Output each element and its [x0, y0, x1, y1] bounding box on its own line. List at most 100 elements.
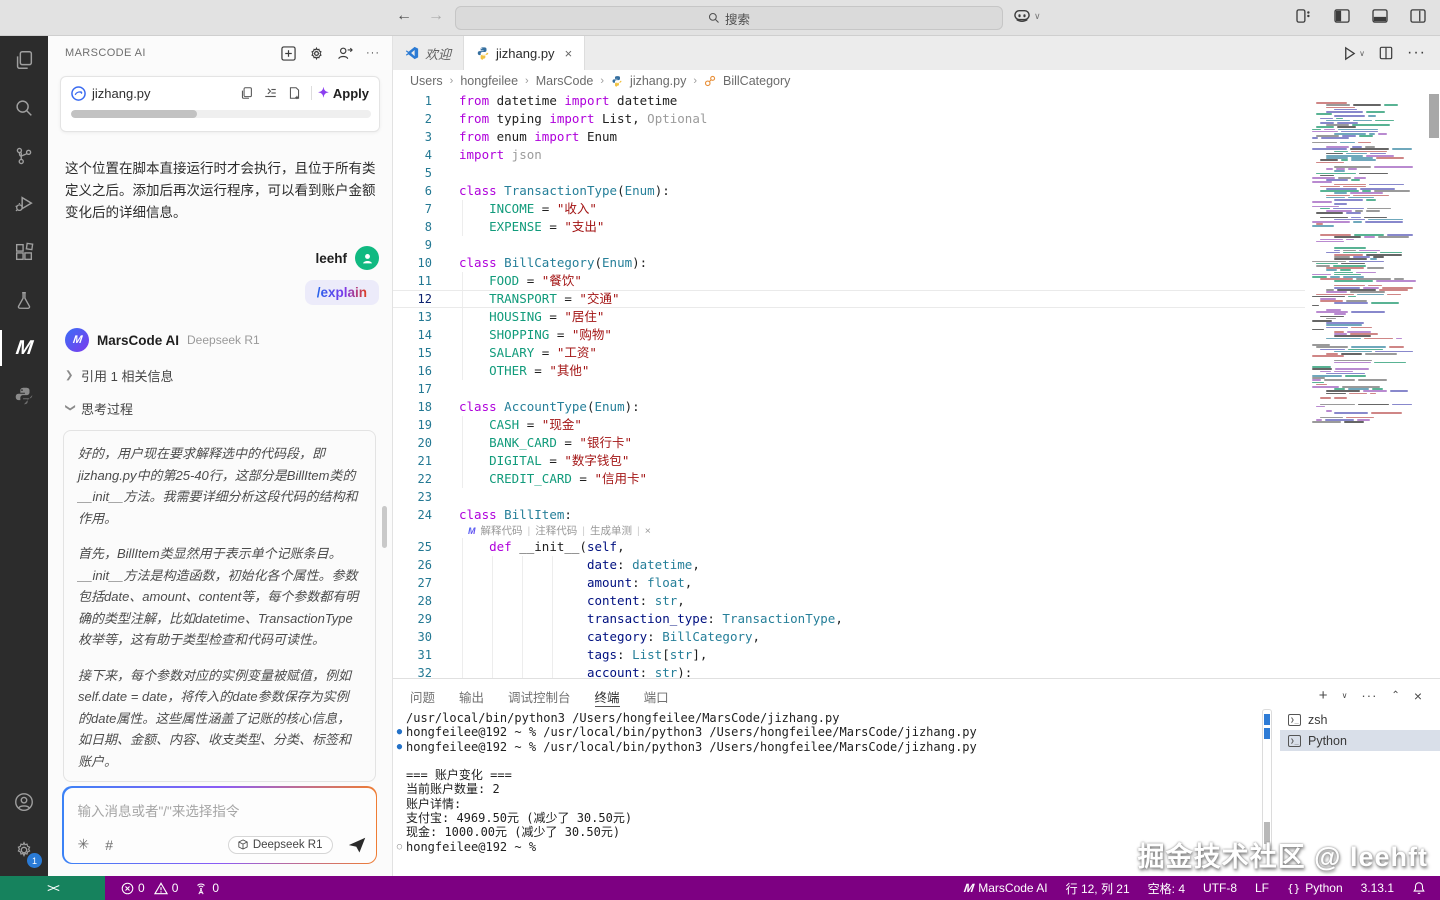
reference-toggle[interactable]: ❯ 引用 1 相关信息 [65, 366, 393, 385]
tab-welcome[interactable]: 欢迎 [393, 36, 464, 70]
terminal-output[interactable]: /usr/local/bin/python3 /Users/hongfeilee… [393, 711, 1253, 854]
run-dropdown-icon[interactable]: ∨ [1359, 49, 1365, 58]
code-line[interactable]: 30 category: BillCategory, [393, 628, 1305, 646]
run-debug-icon[interactable] [0, 180, 48, 228]
panel-tab-problems[interactable]: 问题 [410, 687, 435, 707]
code-line[interactable]: 7 INCOME = "收入" [393, 200, 1305, 218]
copy-icon[interactable] [240, 86, 253, 100]
code-line[interactable]: 16 OTHER = "其他" [393, 362, 1305, 380]
forward-arrow-icon[interactable]: → [428, 7, 444, 25]
ports-status[interactable]: 0 [194, 881, 219, 895]
context-hash-icon[interactable]: # [105, 837, 113, 853]
encoding[interactable]: UTF-8 [1203, 881, 1237, 895]
code-line[interactable]: 10class BillCategory(Enum): [393, 254, 1305, 272]
code-line[interactable]: 6class TransactionType(Enum): [393, 182, 1305, 200]
thinking-toggle[interactable]: ❯ 思考过程 [65, 399, 393, 418]
problems-status[interactable]: 0 0 [121, 881, 178, 895]
marscode-ai-status[interactable]: MMarsCode AI [964, 881, 1047, 895]
code-line[interactable]: 27 amount: float, [393, 574, 1305, 592]
send-icon[interactable] [349, 837, 366, 853]
commands-icon[interactable]: ✳ [78, 836, 90, 853]
code-line[interactable]: 20 BANK_CARD = "银行卡" [393, 434, 1305, 452]
code-line[interactable]: 1from datetime import datetime [393, 92, 1305, 110]
code-line[interactable]: 13 HOUSING = "居住" [393, 308, 1305, 326]
code-line[interactable]: 21 DIGITAL = "数字钱包" [393, 452, 1305, 470]
code-line[interactable]: 3from enum import Enum [393, 128, 1305, 146]
chat-messages[interactable]: 这个位置在脚本直接运行时才会执行，且位于所有类定义之后。添加后再次运行程序，可以… [48, 142, 393, 787]
codelens-item[interactable]: × [645, 525, 651, 538]
editor-more-icon[interactable]: ··· [1407, 44, 1426, 62]
explorer-icon[interactable] [0, 36, 48, 84]
code-line[interactable]: 4import json [393, 146, 1305, 164]
split-editor-icon[interactable] [1379, 46, 1393, 60]
cursor-position[interactable]: 行 12, 列 21 [1066, 880, 1130, 897]
copilot-menu[interactable]: ∨ [1013, 8, 1041, 24]
minimap[interactable] [1312, 92, 1424, 652]
editor-scrollbar[interactable] [1429, 94, 1439, 138]
codelens-item[interactable]: 注释代码 [535, 525, 577, 538]
run-file-icon[interactable] [1342, 46, 1357, 61]
apply-button[interactable]: ✦Apply [318, 85, 369, 101]
share-user-icon[interactable] [337, 46, 353, 61]
source-control-icon[interactable] [0, 132, 48, 180]
chat-settings-gear-icon[interactable] [309, 46, 324, 61]
tab-jizhang-py[interactable]: jizhang.py × [464, 36, 585, 70]
code-line[interactable]: 14 SHOPPING = "购物" [393, 326, 1305, 344]
code-line[interactable]: 17 [393, 380, 1305, 398]
codelens-item[interactable]: 解释代码 [481, 525, 523, 538]
global-search-input[interactable]: 搜索 [455, 6, 1003, 30]
code-line[interactable]: 32 account: str): [393, 664, 1305, 678]
notifications-bell-icon[interactable] [1412, 881, 1426, 895]
remote-indicator[interactable]: >< [0, 876, 105, 900]
panel-tab-output[interactable]: 输出 [459, 687, 484, 707]
python-version[interactable]: 3.13.1 [1361, 881, 1394, 895]
python-extension-icon[interactable] [0, 372, 48, 420]
terminal-dropdown-icon[interactable]: ∨ [1342, 691, 1348, 700]
settings-gear-icon[interactable]: 1 [0, 826, 48, 874]
new-file-icon[interactable] [288, 86, 301, 100]
terminal-scrollbar[interactable] [1262, 709, 1272, 851]
testing-icon[interactable] [0, 276, 48, 324]
panel-more-icon[interactable]: ··· [1361, 688, 1377, 703]
back-arrow-icon[interactable]: ← [396, 7, 412, 25]
code-line[interactable]: 31 tags: List[str], [393, 646, 1305, 664]
code-line[interactable]: 29 transaction_type: TransactionType, [393, 610, 1305, 628]
insert-code-icon[interactable] [263, 86, 278, 100]
indentation[interactable]: 空格: 4 [1148, 880, 1185, 897]
more-actions-icon[interactable]: ··· [366, 47, 380, 59]
language-mode[interactable]: {}Python [1287, 881, 1343, 895]
marscode-ai-icon[interactable]: M [0, 324, 48, 372]
toggle-secondary-sidebar-icon[interactable] [1410, 9, 1426, 23]
codelens-actions[interactable]: M解释代码|注释代码|生成单测|× [393, 524, 1440, 538]
code-line[interactable]: 28 content: str, [393, 592, 1305, 610]
model-selector[interactable]: Deepseek R1 [228, 836, 333, 854]
panel-tab-debug-console[interactable]: 调试控制台 [508, 687, 571, 707]
code-line[interactable]: 8 EXPENSE = "支出" [393, 218, 1305, 236]
extensions-icon[interactable] [0, 228, 48, 276]
new-chat-icon[interactable] [281, 46, 296, 61]
toggle-sidebar-icon[interactable] [1334, 9, 1350, 23]
code-line[interactable]: 26 date: datetime, [393, 556, 1305, 574]
code-line[interactable]: 12 TRANSPORT = "交通" [393, 290, 1305, 308]
code-line[interactable]: 5 [393, 164, 1305, 182]
code-line[interactable]: 23 [393, 488, 1305, 506]
code-line[interactable]: 24class BillItem: [393, 506, 1305, 524]
code-line[interactable]: 11 FOOD = "餐饮" [393, 272, 1305, 290]
eol-sequence[interactable]: LF [1255, 881, 1269, 895]
terminal-item-python[interactable]: ❯_Python [1280, 730, 1440, 751]
terminal-item-zsh[interactable]: ❯_zsh [1280, 709, 1440, 730]
close-panel-icon[interactable]: × [1414, 688, 1422, 704]
breadcrumb[interactable]: Users› hongfeilee› MarsCode› jizhang.py›… [393, 70, 1440, 92]
code-line[interactable]: 19 CASH = "现金" [393, 416, 1305, 434]
code-editor[interactable]: 1from datetime import datetime2from typi… [393, 92, 1440, 678]
new-terminal-icon[interactable]: + [1319, 687, 1328, 704]
codelens-item[interactable]: 生成单测 [590, 525, 632, 538]
search-sidebar-icon[interactable] [0, 84, 48, 132]
close-tab-icon[interactable]: × [565, 46, 573, 61]
code-line[interactable]: 9 [393, 236, 1305, 254]
code-line[interactable]: 22 CREDIT_CARD = "信用卡" [393, 470, 1305, 488]
panel-tab-terminal[interactable]: 终端 [595, 687, 620, 707]
accounts-icon[interactable] [0, 778, 48, 826]
chat-scrollbar[interactable] [382, 506, 387, 548]
customize-layout-icon[interactable] [1296, 9, 1312, 23]
